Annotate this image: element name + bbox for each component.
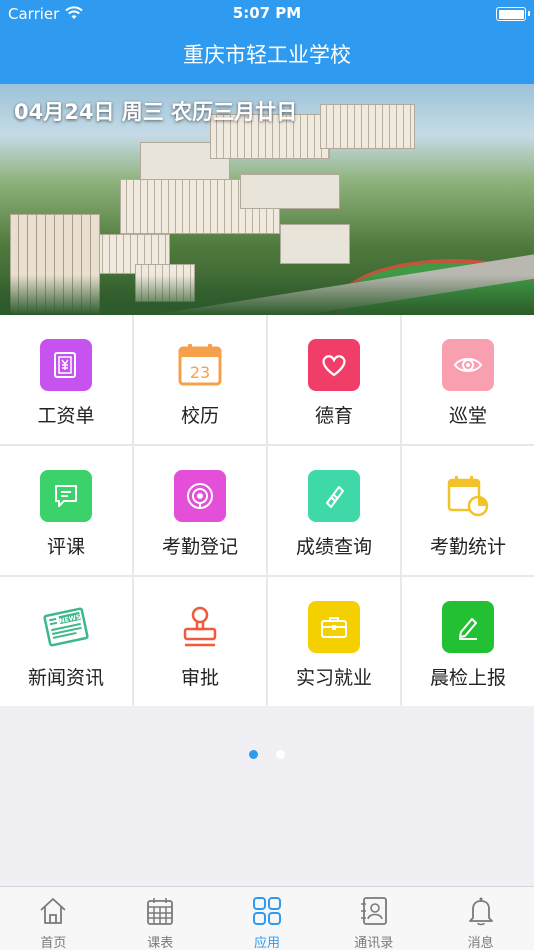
attendance-stats-icon	[442, 470, 494, 522]
stamp-icon	[174, 601, 226, 653]
app-label: 校历	[180, 405, 219, 427]
schedule-icon	[147, 898, 174, 925]
tab-contacts[interactable]: 通讯录	[320, 887, 427, 950]
bell-icon	[468, 897, 493, 926]
app-label: 晨检上报	[429, 667, 506, 689]
tab-schedule[interactable]: 课表	[107, 887, 214, 950]
app-label: 新闻资讯	[27, 667, 104, 689]
tab-label: 消息	[467, 936, 494, 950]
tab-label: 首页	[40, 936, 67, 950]
app-label: 考勤统计	[429, 536, 506, 558]
app-label: 工资单	[37, 405, 95, 427]
app-morning-check[interactable]: 晨检上报	[402, 577, 534, 706]
news-icon: NEWS	[40, 601, 92, 653]
app-label: 考勤登记	[161, 536, 238, 558]
calendar-icon: 23	[174, 339, 226, 391]
app-calendar[interactable]: 23 校历	[134, 315, 266, 444]
contacts-icon	[360, 897, 387, 925]
app-payslip[interactable]: 工资单	[0, 315, 132, 444]
tab-label: 课表	[147, 936, 174, 950]
app-label: 审批	[180, 667, 219, 689]
app-label: 实习就业	[295, 667, 372, 689]
clock: 5:07 PM	[232, 4, 302, 22]
app-lesson-review[interactable]: 评课	[0, 446, 132, 575]
app-moral-education[interactable]: 德育	[268, 315, 400, 444]
tab-bar: 首页 课表 应用 通讯录 消息	[0, 886, 534, 950]
eye-icon	[442, 339, 494, 391]
tab-apps[interactable]: 应用	[214, 887, 321, 950]
app-label: 巡堂	[448, 405, 487, 427]
campus-banner[interactable]: 04月24日 周三 农历三月廿日	[0, 84, 534, 315]
tab-label: 通讯录	[354, 936, 394, 950]
comment-icon	[40, 470, 92, 522]
tab-label: 应用	[253, 936, 280, 950]
grade-icon	[308, 470, 360, 522]
app-label: 成绩查询	[295, 536, 372, 558]
banner-date: 04月24日 周三 农历三月廿日	[14, 100, 298, 124]
app-label: 德育	[314, 405, 353, 427]
page-indicator[interactable]	[0, 744, 534, 759]
tab-messages[interactable]: 消息	[427, 887, 534, 950]
app-grade-query[interactable]: 成绩查询	[268, 446, 400, 575]
edit-icon	[442, 601, 494, 653]
page-dot-2[interactable]	[275, 750, 285, 759]
app-attendance-stats[interactable]: 考勤统计	[402, 446, 534, 575]
app-internship[interactable]: 实习就业	[268, 577, 400, 706]
app-patrol[interactable]: 巡堂	[402, 315, 534, 444]
tab-home[interactable]: 首页	[0, 887, 107, 950]
apps-icon	[252, 897, 281, 925]
svg-text:23: 23	[190, 363, 210, 382]
page-title: 重庆市轻工业学校	[183, 43, 351, 67]
heart-icon	[308, 339, 360, 391]
app-news[interactable]: NEWS 新闻资讯	[0, 577, 132, 706]
home-icon	[40, 898, 66, 924]
app-grid: 工资单 23 校历 德育 巡堂 评课 考勤登记 成绩查询 考勤统计 NEWS 新…	[0, 315, 534, 706]
payslip-icon	[40, 339, 92, 391]
app-label: 评课	[46, 536, 85, 558]
app-approval[interactable]: 审批	[134, 577, 266, 706]
attendance-icon	[174, 470, 226, 522]
briefcase-icon	[308, 601, 360, 653]
page-dot-1[interactable]	[249, 750, 259, 759]
app-attendance-register[interactable]: 考勤登记	[134, 446, 266, 575]
status-bar: Carrier 5:07 PM	[0, 0, 534, 28]
nav-bar: 重庆市轻工业学校	[0, 28, 534, 84]
battery-icon	[496, 7, 530, 21]
